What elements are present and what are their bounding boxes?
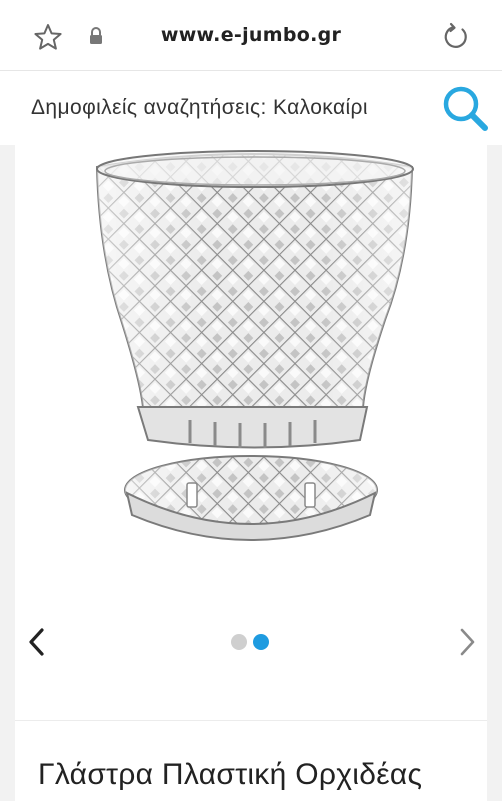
search-icon[interactable] — [441, 83, 491, 133]
reload-icon[interactable] — [440, 22, 470, 52]
browser-toolbar: www.e-jumbo.gr — [0, 0, 502, 71]
carousel-dot-1[interactable] — [231, 634, 247, 650]
chevron-left-icon[interactable] — [25, 627, 49, 657]
carousel-dots — [231, 634, 275, 650]
product-gallery — [15, 145, 487, 720]
carousel-dot-2[interactable] — [253, 634, 269, 650]
search-hint-text[interactable]: Δημοφιλείς αναζητήσεις: Καλοκαίρι — [31, 96, 427, 120]
search-bar[interactable]: Δημοφιλείς αναζητήσεις: Καλοκαίρι — [0, 71, 502, 145]
chevron-right-icon[interactable] — [457, 627, 479, 657]
url-bar[interactable]: www.e-jumbo.gr — [0, 24, 502, 46]
product-image[interactable] — [15, 145, 487, 565]
product-title: Γλάστρα Πλαστική Ορχιδέας — [38, 758, 423, 791]
